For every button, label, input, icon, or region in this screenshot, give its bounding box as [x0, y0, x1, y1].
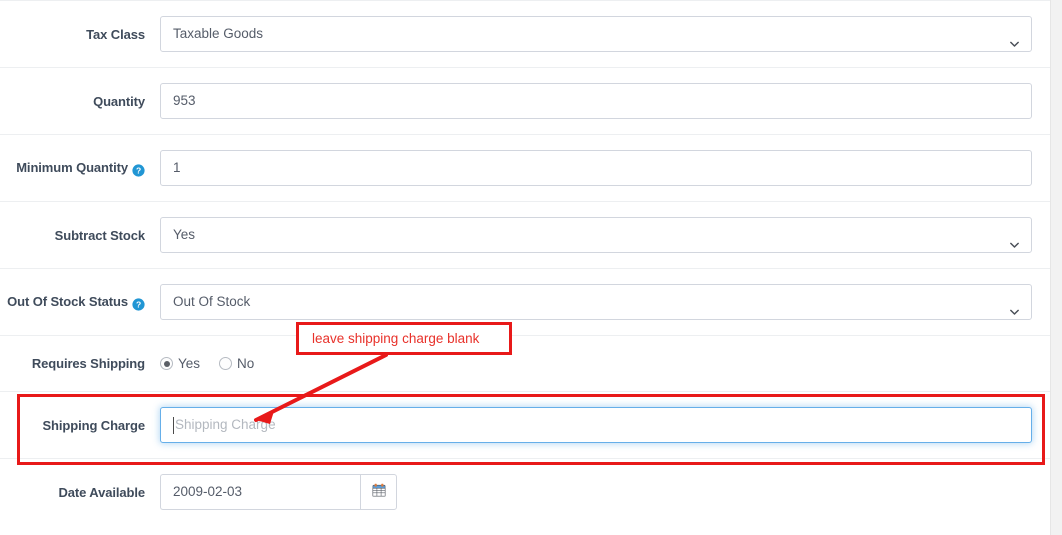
radio-dot-icon [219, 357, 233, 370]
radio-dot-icon [160, 357, 173, 370]
out-of-stock-status-value: Out Of Stock [173, 294, 251, 309]
label-text: Out Of Stock Status [7, 294, 128, 310]
label-quantity: Quantity [0, 94, 160, 109]
label-date-available: Date Available [0, 485, 160, 500]
field-tax-class: Taxable Goods [160, 16, 1050, 52]
label-text: Subtract Stock [54, 227, 145, 243]
chevron-down-icon [1009, 297, 1020, 315]
subtract-stock-select[interactable]: Yes [160, 217, 1032, 253]
label-subtract-stock: Subtract Stock [0, 228, 160, 243]
out-of-stock-status-select[interactable]: Out Of Stock [160, 284, 1032, 320]
page-scrollbar-track[interactable] [1050, 0, 1062, 535]
help-circle-icon[interactable]: ? [132, 297, 145, 311]
label-requires-shipping: Requires Shipping [0, 356, 160, 371]
chevron-down-icon [1009, 230, 1020, 248]
requires-shipping-radio-group: Yes No [160, 356, 273, 371]
label-minimum-quantity: Minimum Quantity? [0, 160, 160, 177]
field-out-of-stock-status: Out Of Stock [160, 284, 1050, 320]
calendar-icon [372, 483, 386, 502]
svg-text:?: ? [136, 165, 141, 175]
form-row-tax-class: Tax Class Taxable Goods [0, 0, 1050, 67]
form-row-minimum-quantity: Minimum Quantity? 1 [0, 134, 1050, 201]
svg-text:?: ? [136, 299, 141, 309]
product-data-form-page: Tax Class Taxable Goods Quantity 953 Min… [0, 0, 1062, 535]
label-text: Date Available [58, 484, 145, 500]
label-tax-class: Tax Class [0, 27, 160, 42]
form-row-date-available: Date Available 2009-02-03 [0, 458, 1050, 525]
chevron-down-icon [1009, 29, 1020, 47]
radio-requires-shipping-yes[interactable]: Yes [160, 356, 200, 371]
tax-class-select[interactable]: Taxable Goods [160, 16, 1032, 52]
form-row-quantity: Quantity 953 [0, 67, 1050, 134]
label-out-of-stock-status: Out Of Stock Status? [0, 294, 160, 311]
form-row-out-of-stock-status: Out Of Stock Status? Out Of Stock [0, 268, 1050, 335]
radio-requires-shipping-no[interactable]: No [219, 356, 254, 371]
label-text: Tax Class [86, 26, 145, 42]
label-text: Minimum Quantity [16, 160, 128, 176]
field-minimum-quantity: 1 [160, 150, 1050, 186]
annotation-callout: leave shipping charge blank [296, 322, 512, 355]
quantity-value: 953 [173, 93, 196, 108]
field-quantity: 953 [160, 83, 1050, 119]
quantity-input[interactable]: 953 [160, 83, 1032, 119]
annotation-callout-text: leave shipping charge blank [312, 331, 480, 346]
radio-label: Yes [178, 356, 201, 371]
tax-class-value: Taxable Goods [173, 26, 264, 41]
subtract-stock-value: Yes [173, 227, 196, 242]
date-picker-button[interactable] [360, 474, 397, 510]
date-available-value: 2009-02-03 [173, 484, 243, 499]
label-text: Quantity [93, 93, 145, 109]
form-row-subtract-stock: Subtract Stock Yes [0, 201, 1050, 268]
label-text: Requires Shipping [31, 356, 145, 371]
field-subtract-stock: Yes [160, 217, 1050, 253]
radio-label: No [237, 356, 255, 371]
date-available-input[interactable]: 2009-02-03 [160, 474, 360, 510]
annotation-highlight-shipping-charge [17, 394, 1045, 465]
field-date-available: 2009-02-03 [160, 474, 1050, 510]
minimum-quantity-value: 1 [173, 160, 181, 175]
minimum-quantity-input[interactable]: 1 [160, 150, 1032, 186]
help-circle-icon[interactable]: ? [132, 163, 145, 177]
date-available-input-group: 2009-02-03 [160, 474, 397, 510]
form-row-requires-shipping: Requires Shipping Yes No [0, 335, 1050, 391]
field-requires-shipping: Yes No [160, 356, 1050, 371]
